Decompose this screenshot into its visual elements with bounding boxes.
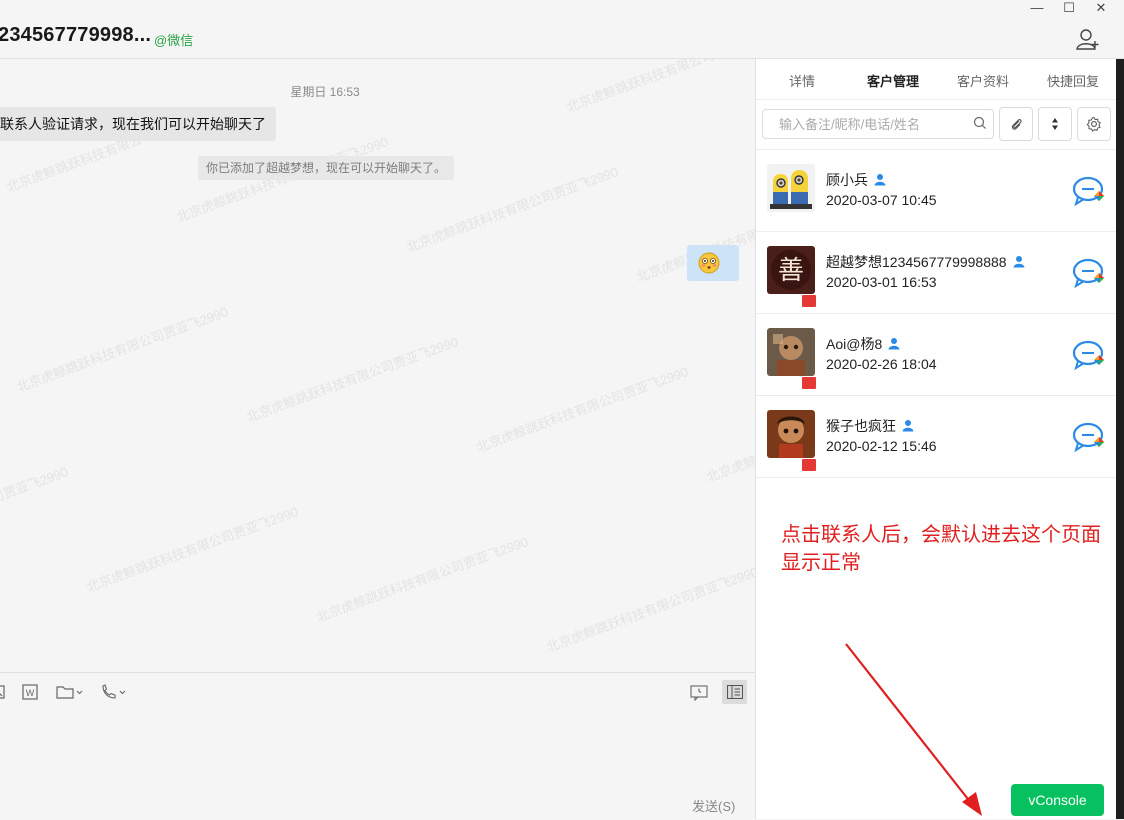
annotation-arrow-icon — [845, 643, 982, 816]
customer-search-input[interactable] — [777, 110, 971, 138]
watermark: 北京虎鲸跳跃科技有限公司贾亚飞2990 — [84, 504, 301, 595]
folder-icon[interactable] — [56, 683, 86, 701]
chat-bubble-icon[interactable] — [1072, 258, 1108, 290]
contact-name: 顾小兵 — [826, 172, 868, 188]
tab-quick-reply[interactable]: 快捷回复 — [1047, 71, 1099, 90]
chat-title: 234567779998... — [0, 24, 152, 46]
contact-name-row: 超越梦想1234567779998888 — [826, 252, 1025, 272]
maximize-button[interactable]: ☐ — [1054, 0, 1084, 16]
person-icon — [1013, 256, 1025, 268]
send-button[interactable]: 发送(S) — [692, 796, 735, 815]
add-contact-icon[interactable] — [1076, 28, 1100, 50]
tab-customer-profile[interactable]: 客户资料 — [957, 71, 1009, 90]
customer-search-box — [762, 109, 994, 139]
chat-source-tag: @微信 — [154, 33, 194, 48]
watermark: 北京虎鲸跳跃科技有限公司贾亚飞2990 — [544, 564, 755, 655]
contact-name: 猴子也疯狂 — [826, 418, 896, 434]
watermark: 北京虎鲸跳跃科技有限公司贾亚飞2990 — [564, 59, 755, 115]
contact-name-row: 顾小兵 — [826, 170, 886, 190]
paperclip-icon — [1011, 119, 1022, 130]
background-window-edge — [1116, 59, 1124, 819]
sort-icon — [1052, 118, 1058, 130]
vconsole-button[interactable]: vConsole — [1011, 784, 1104, 816]
annotation-line-1: 点击联系人后，会默认进去这个页面 — [781, 524, 1101, 546]
contact-name: Aoi@杨8 — [826, 336, 883, 352]
contact-avatar — [767, 164, 815, 212]
china-flag-badge — [801, 458, 817, 472]
chat-message-area: 北京虎鲸跳跃科技有限公司贾亚飞2990 北京虎鲸跳跃科技有限公司贾亚飞2990 … — [0, 59, 755, 672]
china-flag-badge — [801, 294, 817, 308]
contact-list-item[interactable]: 顾小兵 2020-03-07 10:45 — [756, 149, 1117, 232]
chat-bubble-icon[interactable] — [1072, 422, 1108, 454]
sidebar-toggle-button[interactable] — [722, 680, 747, 704]
contact-list-item[interactable]: 猴子也疯狂 2020-02-12 15:46 — [756, 396, 1117, 478]
watermark: 北京虎鲸跳跃科技有限公司贾亚飞2990 — [314, 534, 531, 625]
tab-customer-management[interactable]: 客户管理 — [867, 71, 919, 90]
contact-list: 顾小兵 2020-03-07 10:45 善 超越梦想1234567779998… — [756, 149, 1117, 478]
message-timestamp: 星期日 16:53 — [290, 85, 360, 99]
watermark: 北京虎鲸跳跃科技有限公司贾亚飞2990 — [0, 464, 71, 555]
incoming-message-bubble[interactable]: 联系人验证请求，现在我们可以开始聊天了 — [0, 107, 276, 141]
sort-button[interactable] — [1038, 107, 1072, 141]
contact-name: 超越梦想1234567779998888 — [826, 254, 1007, 270]
contact-time: 2020-02-26 18:04 — [826, 356, 937, 372]
watermark: 北京虎鲸跳跃科技有限公司贾亚飞2990 — [704, 394, 755, 485]
search-icon[interactable] — [973, 116, 987, 130]
outgoing-emoji-bubble[interactable] — [687, 245, 739, 281]
contact-list-item[interactable]: 善 超越梦想1234567779998888 2020-03-01 16:53 — [756, 232, 1117, 314]
person-icon — [874, 174, 886, 186]
contact-avatar — [767, 328, 815, 376]
minimize-button[interactable]: — — [1022, 0, 1052, 16]
svg-text:W: W — [26, 688, 35, 698]
annotation-line-2: 显示正常 — [781, 552, 861, 574]
gear-icon — [1086, 116, 1102, 132]
annotation-note: 点击联系人后，会默认进去这个页面 显示正常 — [781, 521, 1121, 577]
image-icon[interactable] — [0, 683, 8, 701]
watermark: 北京虎鲸跳跃科技有限公司贾亚飞2990 — [474, 364, 691, 455]
svg-text:善: 善 — [778, 256, 804, 286]
tab-details[interactable]: 详情 — [789, 71, 815, 90]
contact-name-row: Aoi@杨8 — [826, 334, 900, 354]
word-document-icon[interactable]: W — [22, 683, 38, 701]
attachment-button[interactable] — [999, 107, 1033, 141]
chat-header: 234567779998... @微信 — ☐ ✕ — [0, 0, 1124, 59]
contact-time: 2020-03-01 16:53 — [826, 274, 937, 290]
person-icon — [902, 420, 914, 432]
contact-time: 2020-03-07 10:45 — [826, 192, 937, 208]
settings-button[interactable] — [1077, 107, 1111, 141]
close-button[interactable]: ✕ — [1086, 0, 1116, 16]
chat-bubble-icon[interactable] — [1072, 176, 1108, 208]
phone-call-icon[interactable] — [100, 683, 130, 701]
sidebar-panel-icon — [727, 685, 743, 699]
contact-avatar — [767, 410, 815, 458]
contact-avatar: 善 — [767, 246, 815, 294]
chat-bubble-icon[interactable] — [1072, 340, 1108, 372]
chat-history-icon[interactable] — [690, 683, 708, 701]
panel-tabs: 详情 客户管理 客户资料 快捷回复 — [756, 59, 1117, 100]
contact-list-item[interactable]: Aoi@杨8 2020-02-26 18:04 — [756, 314, 1117, 396]
contact-time: 2020-02-12 15:46 — [826, 438, 937, 454]
contact-name-row: 猴子也疯狂 — [826, 416, 914, 436]
message-composer: W 发送(S) — [0, 672, 755, 820]
flushed-face-emoji-icon — [698, 252, 720, 274]
china-flag-badge — [801, 376, 817, 390]
system-notice: 你已添加了超越梦想，现在可以开始聊天了。 — [198, 156, 455, 180]
watermark: 北京虎鲸跳跃科技有限公司贾亚飞2990 — [244, 334, 461, 425]
watermark: 北京虎鲸跳跃科技有限公司贾亚飞2990 — [14, 304, 231, 395]
person-icon — [888, 338, 900, 350]
